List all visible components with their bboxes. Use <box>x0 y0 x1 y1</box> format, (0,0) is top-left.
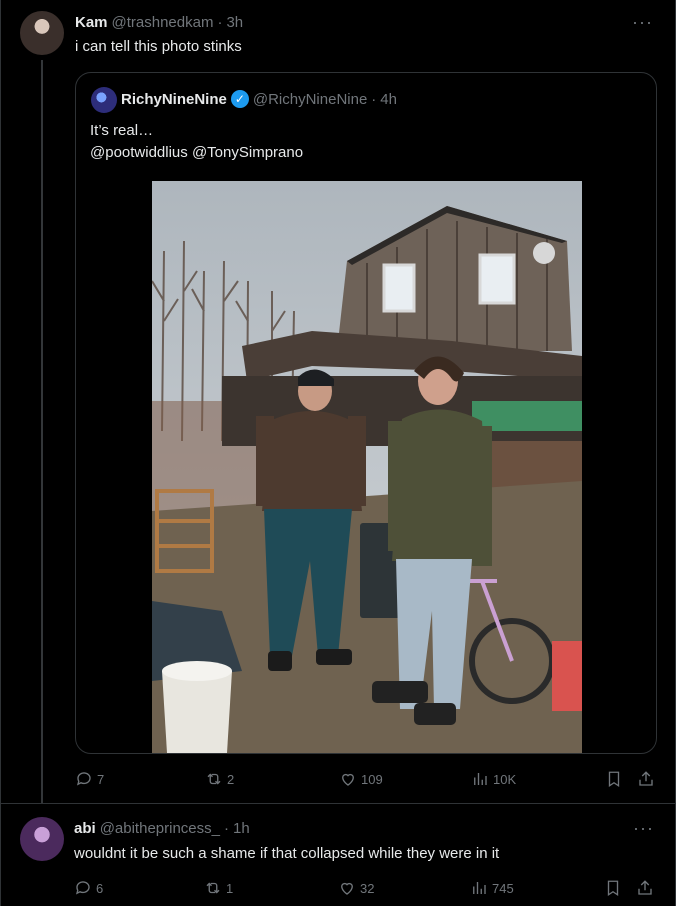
repost-icon <box>206 882 220 894</box>
avatar[interactable] <box>91 87 117 113</box>
more-options-icon[interactable]: ··· <box>633 818 654 839</box>
author-handle[interactable]: @trashnedkam <box>112 14 214 31</box>
bookmark-icon <box>608 771 620 788</box>
share-icon <box>639 771 653 786</box>
quote-text: It’s real… @pootwiddlius @TonySimprano <box>90 120 303 164</box>
quote-header: RichyNineNine ✓ @RichyNineNine · 4h <box>121 89 397 109</box>
share-button[interactable] <box>636 879 654 897</box>
reply-header: abi @abitheprincess_ · 1h <box>74 818 250 838</box>
tweet-text: i can tell this photo stinks <box>75 38 242 55</box>
avatar[interactable] <box>20 817 64 861</box>
repost-count: 1 <box>226 880 234 896</box>
quote-tweet-card[interactable]: RichyNineNine ✓ @RichyNineNine · 4h It’s… <box>75 72 657 754</box>
avatar[interactable] <box>20 11 64 55</box>
author-name[interactable]: Kam <box>75 14 108 31</box>
reply-count: 7 <box>97 771 105 787</box>
reply-icon <box>76 772 91 786</box>
quote-timestamp[interactable]: 4h <box>380 91 397 108</box>
like-count: 109 <box>361 771 383 787</box>
bookmark-button[interactable] <box>604 879 622 897</box>
views-button[interactable]: 745 <box>470 879 514 897</box>
share-button[interactable] <box>637 770 655 788</box>
thread-line <box>41 60 43 803</box>
author-handle[interactable]: @abitheprincess_ <box>100 820 220 837</box>
reply-button[interactable]: 7 <box>75 770 104 788</box>
bookmark-icon <box>607 880 619 897</box>
heart-icon <box>341 882 353 895</box>
repost-icon <box>207 773 221 785</box>
quote-photo[interactable] <box>152 181 582 753</box>
repost-button[interactable]: 2 <box>205 770 234 788</box>
quote-author-handle[interactable]: @RichyNineNine <box>253 91 367 108</box>
photo-illustration <box>152 181 582 753</box>
reply-icon <box>75 881 90 895</box>
share-icon <box>638 880 652 895</box>
bookmark-button[interactable] <box>605 770 623 788</box>
like-button[interactable]: 32 <box>338 879 374 897</box>
views-icon <box>473 882 486 894</box>
repost-button[interactable]: 1 <box>204 879 233 897</box>
quote-author-name[interactable]: RichyNineNine <box>121 91 227 108</box>
reply-count: 6 <box>96 880 104 896</box>
reply-button[interactable]: 6 <box>74 879 103 897</box>
views-icon <box>474 773 487 785</box>
view-count: 10K <box>493 771 517 787</box>
timestamp[interactable]: 1h <box>233 820 250 837</box>
separator: · <box>371 90 377 108</box>
separator: · <box>223 819 229 837</box>
repost-count: 2 <box>227 771 235 787</box>
verified-badge-icon: ✓ <box>230 90 249 108</box>
separator: · <box>217 13 223 31</box>
more-options-icon[interactable]: ··· <box>632 12 653 33</box>
tweet-header: Kam @trashnedkam · 3h <box>75 12 243 32</box>
timestamp[interactable]: 3h <box>226 14 243 31</box>
view-count: 745 <box>492 880 514 896</box>
like-count: 32 <box>360 880 375 896</box>
like-button[interactable]: 109 <box>339 770 383 788</box>
quote-mentions[interactable]: @pootwiddlius @TonySimprano <box>90 142 303 164</box>
reply-actions: 6 1 32 745 <box>74 876 656 900</box>
reply-text: wouldnt it be such a shame if that colla… <box>74 845 500 862</box>
heart-icon <box>342 773 354 786</box>
views-button[interactable]: 10K <box>471 770 516 788</box>
author-name[interactable]: abi <box>74 820 96 837</box>
tweet[interactable]: Kam @trashnedkam · 3h ··· i can tell thi… <box>0 0 676 803</box>
quote-text-line: It’s real… <box>90 122 154 139</box>
tweet-actions: 7 2 109 10K <box>75 767 657 791</box>
